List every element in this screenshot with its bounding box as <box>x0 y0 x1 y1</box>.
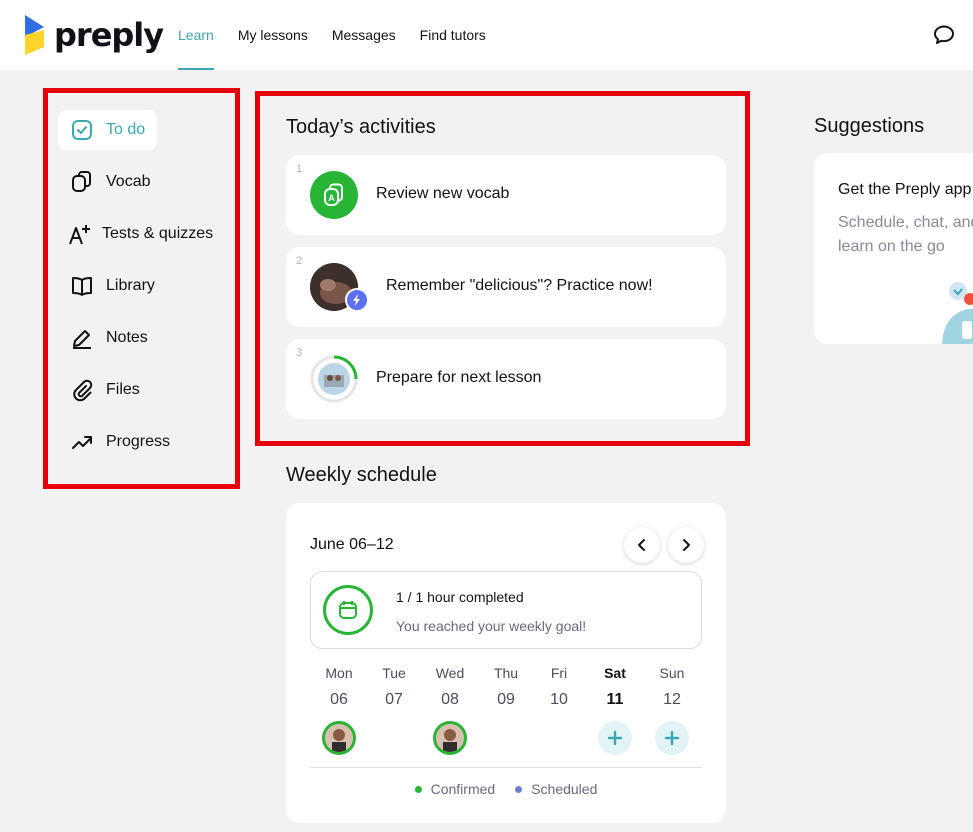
add-lesson-button[interactable] <box>655 721 689 755</box>
weekly-goal-status: 1 / 1 hour completed <box>396 589 524 605</box>
main-nav: Learn My lessons Messages Find tutors <box>178 0 510 70</box>
day-date: 10 <box>550 691 568 708</box>
chat-bubble-icon[interactable] <box>932 23 956 47</box>
suggestions-title: Suggestions <box>814 115 925 137</box>
legend-scheduled: Scheduled <box>515 781 597 797</box>
next-week-button[interactable] <box>668 527 704 563</box>
suggestion-body: Schedule, chat, and learn on the go <box>838 214 973 255</box>
day-name: Tue <box>382 665 406 681</box>
day-tue[interactable]: Tue 07 <box>366 665 422 713</box>
add-lesson-button[interactable] <box>598 721 632 755</box>
chevron-left-icon <box>638 539 645 551</box>
confirmed-dot-icon <box>414 785 422 793</box>
schedule-legend: Confirmed Scheduled <box>286 781 726 797</box>
day-thu[interactable]: Thu 09 <box>478 665 534 713</box>
legend-confirmed: Confirmed <box>414 781 496 797</box>
day-date: 09 <box>497 691 515 708</box>
suggestion-title: Get the Preply app <box>838 181 972 198</box>
nav-learn[interactable]: Learn <box>178 0 214 70</box>
nav-my-lessons[interactable]: My lessons <box>238 0 308 70</box>
day-wed[interactable]: Wed 08 <box>422 665 478 755</box>
weekly-schedule-title: Weekly schedule <box>286 464 437 486</box>
highlight-frame-sidebar <box>43 88 240 489</box>
lesson-avatar[interactable] <box>433 721 467 755</box>
plus-icon <box>607 730 623 746</box>
plus-icon <box>664 730 680 746</box>
day-name: Sat <box>604 665 626 681</box>
day-date: 07 <box>385 691 403 708</box>
divider <box>310 767 702 768</box>
prev-week-button[interactable] <box>624 527 660 563</box>
legend-label: Confirmed <box>430 781 496 797</box>
day-date: 12 <box>663 691 681 708</box>
weekly-schedule-card: June 06–12 1 / 1 hour completed You reac… <box>286 503 726 823</box>
day-sun[interactable]: Sun 12 <box>644 665 700 755</box>
chevron-right-icon <box>683 539 690 551</box>
nav-messages[interactable]: Messages <box>332 0 396 70</box>
legend-label: Scheduled <box>531 781 598 797</box>
top-header: preply Learn My lessons Messages Find tu… <box>0 0 973 70</box>
preply-logo[interactable]: preply <box>22 14 164 56</box>
day-date: 08 <box>441 691 459 708</box>
weekly-goal-box: 1 / 1 hour completed You reached your we… <box>310 571 702 649</box>
highlight-frame-activities <box>255 91 750 446</box>
app-illustration-icon <box>942 282 973 344</box>
day-date: 11 <box>606 691 624 708</box>
scheduled-dot-icon <box>515 785 523 793</box>
day-name: Wed <box>435 665 465 681</box>
day-mon[interactable]: Mon 06 <box>311 665 367 755</box>
nav-find-tutors[interactable]: Find tutors <box>420 0 486 70</box>
day-fri[interactable]: Fri 10 <box>531 665 587 713</box>
week-days-row: Mon 06 Tue 07 Wed 08 Thu 09 Fri 10 Sat 1… <box>310 665 702 757</box>
logo-wordmark: preply <box>54 16 164 54</box>
week-range: June 06–12 <box>310 536 394 553</box>
day-name: Sun <box>659 665 685 681</box>
day-name: Mon <box>325 665 353 681</box>
day-name: Fri <box>550 665 568 681</box>
day-name: Thu <box>493 665 519 681</box>
day-sat[interactable]: Sat 11 <box>587 665 643 755</box>
lesson-avatar[interactable] <box>322 721 356 755</box>
weekly-goal-message: You reached your weekly goal! <box>396 618 587 634</box>
day-date: 06 <box>330 691 348 708</box>
calendar-icon <box>323 585 373 635</box>
preply-flag-icon <box>25 15 44 55</box>
suggestion-card-app[interactable]: Get the Preply app Schedule, chat, and l… <box>814 153 973 344</box>
